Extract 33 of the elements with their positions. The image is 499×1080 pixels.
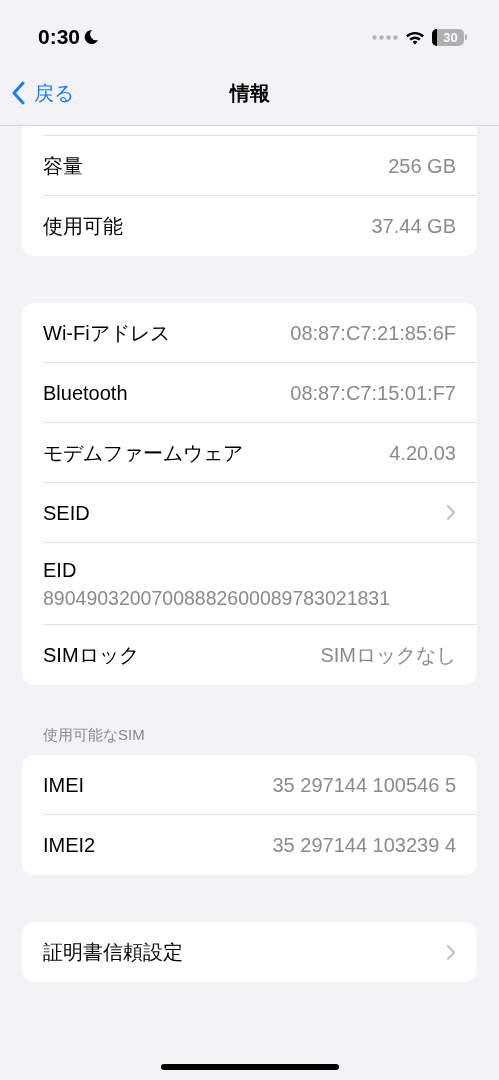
- row-value: 35 297144 100546 5: [272, 772, 456, 798]
- chevron-right-icon: [446, 943, 456, 961]
- status-time: 0:30: [38, 24, 81, 51]
- row-label: IMEI2: [43, 833, 96, 858]
- row-label: 使用可能: [43, 214, 123, 239]
- chevron-left-icon: [12, 80, 26, 105]
- wifi-icon: [405, 29, 425, 45]
- row-value: 08:87:C7:15:01:F7: [290, 380, 456, 406]
- row-label: 証明書信頼設定: [43, 940, 183, 965]
- row-value: 89049032007008882600089783021831: [43, 585, 392, 611]
- chevron-right-icon: [446, 504, 456, 521]
- row-label: IMEI: [43, 772, 85, 798]
- row-value: SIMロックなし: [320, 643, 456, 668]
- moon-icon: [83, 29, 100, 45]
- row-value: 4.20.03: [389, 440, 456, 466]
- row-label: 容量: [43, 153, 83, 179]
- back-button[interactable]: 戻る: [0, 77, 74, 108]
- row-label: Bluetooth: [43, 380, 128, 406]
- row-label: EID: [43, 557, 78, 583]
- row-value: 37.44 GB: [371, 214, 456, 239]
- list-row[interactable]: SEID: [43, 483, 477, 543]
- row-value: 256 GB: [388, 153, 456, 179]
- signal-dots-icon: [372, 34, 398, 40]
- battery-icon: 30: [432, 28, 467, 46]
- nav-title: 情報: [229, 80, 270, 106]
- row-label: Wi-Fiアドレス: [43, 320, 170, 346]
- row-label: SEID: [43, 500, 90, 526]
- row-value: 08:87:C7:21:85:6F: [290, 320, 456, 346]
- section-header: 使用可能なSIM: [43, 726, 145, 743]
- row-label: モデムファームウェア: [43, 440, 243, 466]
- row-value: 35 297144 103239 4: [272, 833, 456, 858]
- home-indicator[interactable]: [160, 1064, 339, 1070]
- row-label: SIMロック: [43, 643, 139, 668]
